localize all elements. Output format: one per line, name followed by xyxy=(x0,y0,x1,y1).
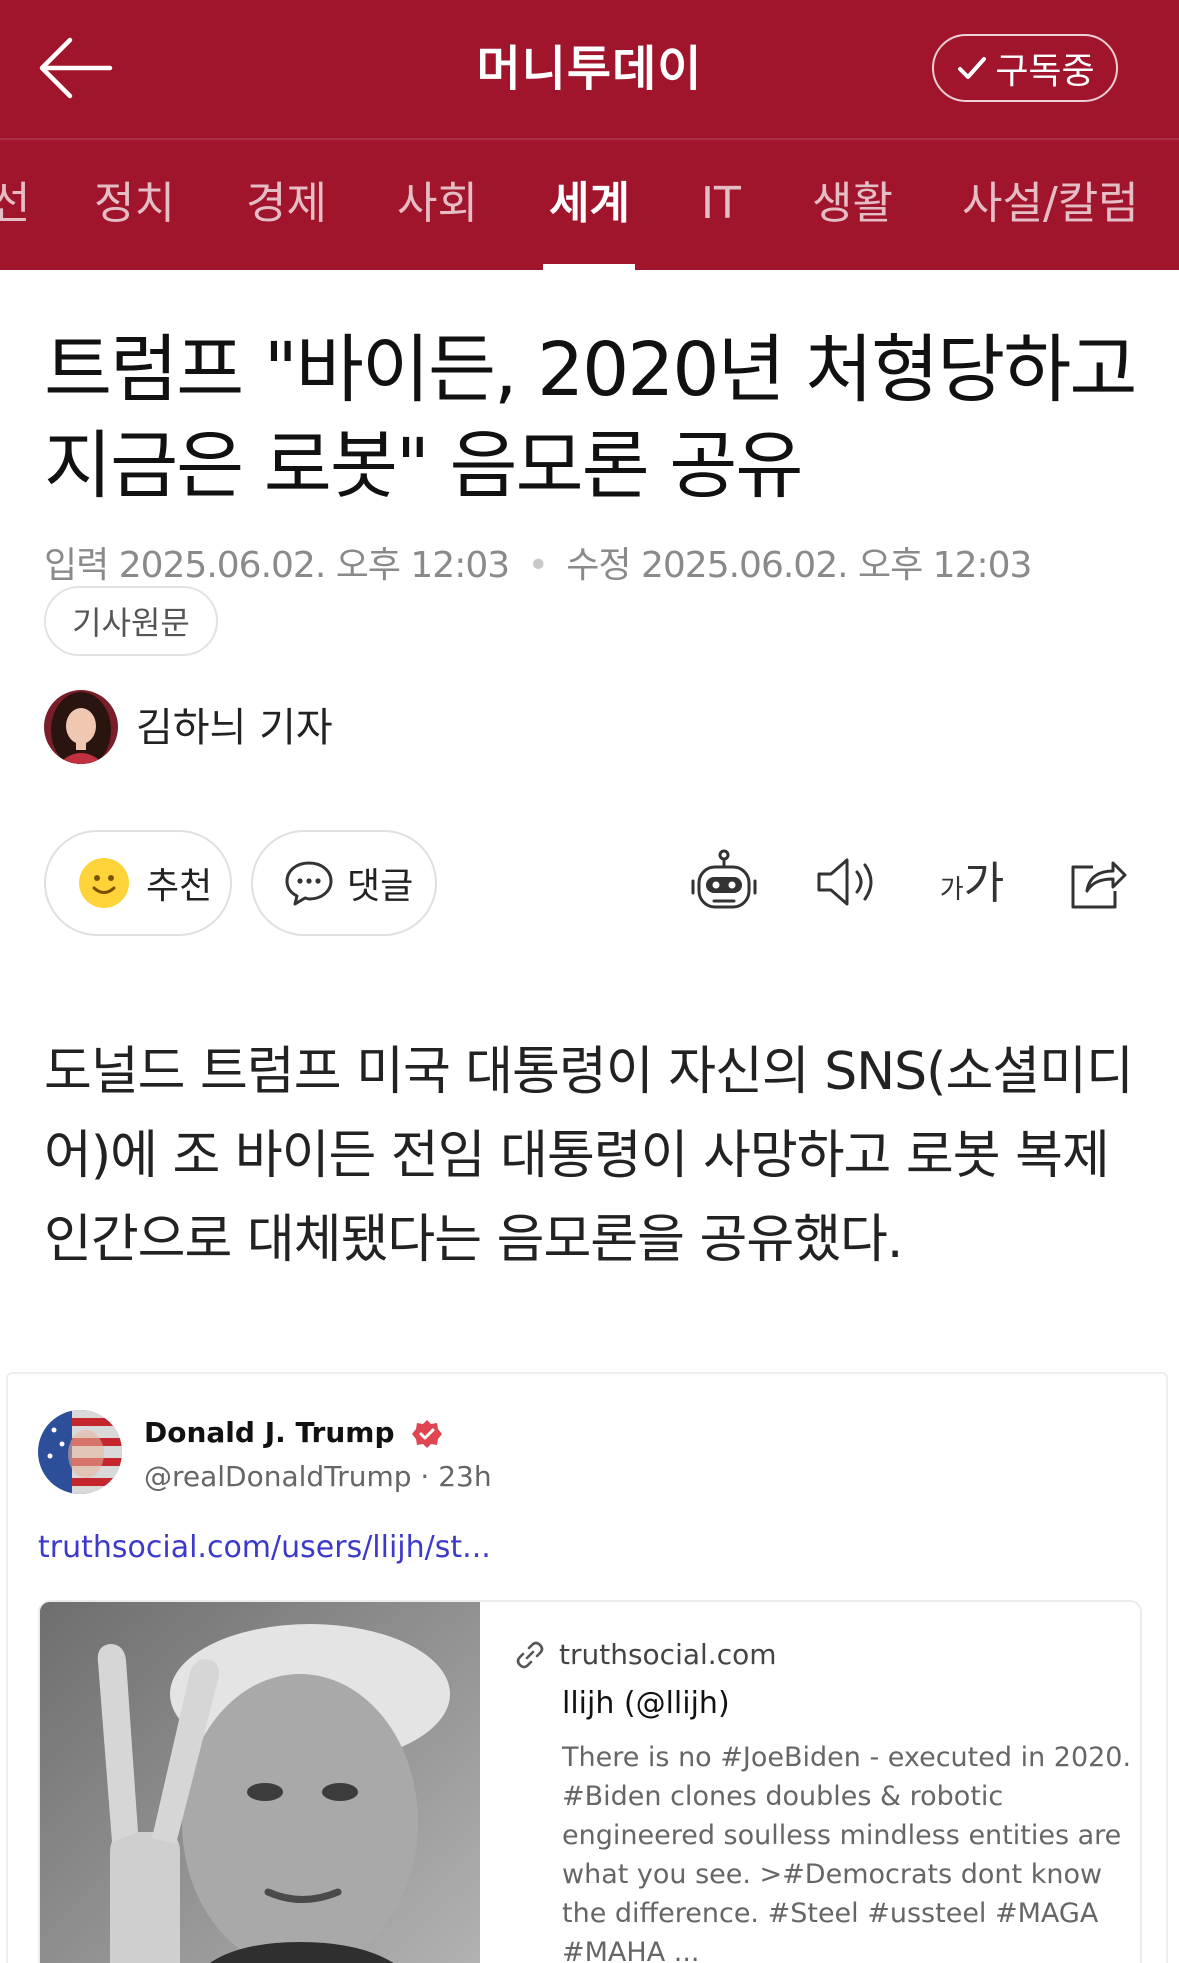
verified-badge-icon xyxy=(412,1420,443,1448)
subscribe-label: 구독중 xyxy=(995,51,1095,92)
like-button[interactable]: 추천 xyxy=(44,830,232,936)
share-button[interactable] xyxy=(1058,842,1138,922)
active-tab-indicator xyxy=(543,264,635,270)
comment-icon xyxy=(285,861,333,906)
font-large-label: 가 xyxy=(963,858,1005,909)
link-title: llijh (@llijh) xyxy=(562,1686,730,1721)
tab-it[interactable]: IT xyxy=(701,140,741,270)
meta-separator: • xyxy=(527,545,549,586)
arrow-left-icon xyxy=(39,37,113,99)
subscribe-button[interactable]: 구독중 xyxy=(932,34,1118,102)
link-thumbnail xyxy=(40,1602,480,1963)
share-icon xyxy=(1071,861,1127,909)
tab-0[interactable]: 선 xyxy=(0,140,30,270)
author-name: Donald J. Trump xyxy=(144,1416,395,1449)
author-avatar xyxy=(38,1410,122,1494)
robot-summary-icon xyxy=(691,849,757,909)
comment-button[interactable]: 댓글 xyxy=(251,830,437,936)
link-domain: truthsocial.com xyxy=(559,1638,777,1671)
speaker-icon xyxy=(817,858,873,906)
font-size-button[interactable]: 가 가 xyxy=(932,842,1012,922)
check-icon xyxy=(958,57,987,79)
tab-society[interactable]: 사회 xyxy=(397,140,478,270)
font-size-icon: 가 가 xyxy=(940,862,1004,906)
back-button[interactable] xyxy=(36,30,116,106)
tab-column[interactable]: 사설/칼럼 xyxy=(962,140,1139,270)
tts-button[interactable] xyxy=(806,842,886,922)
font-small-label: 가 xyxy=(939,875,964,905)
author-handle: @realDonaldTrump · 23h xyxy=(144,1460,492,1493)
smile-icon xyxy=(79,858,129,908)
original-article-button[interactable]: 기사원문 xyxy=(44,586,218,656)
article-body: 도널드 트럼프 미국 대통령이 자신의 SNS(소셜미디어)에 조 바이든 전임… xyxy=(44,1042,1134,1270)
tab-world[interactable]: 세계 xyxy=(549,140,630,270)
category-tabs: 선 정치 경제 사회 세계 IT 생활 사설/칼럼 xyxy=(0,138,1179,270)
link-icon xyxy=(516,1641,544,1668)
input-label: 입력 xyxy=(44,545,109,586)
input-time: 2025.06.02. 오후 12:03 xyxy=(118,545,510,586)
article-meta: 입력 2025.06.02. 오후 12:03 • 수정 2025.06.02.… xyxy=(44,536,1032,588)
post-link[interactable]: truthsocial.com/users/llijh/st... xyxy=(38,1530,491,1565)
link-preview-card[interactable]: truthsocial.com llijh (@llijh) There is … xyxy=(38,1600,1142,1963)
tab-life[interactable]: 생활 xyxy=(812,140,893,270)
embedded-post: Donald J. Trump @realDonaldTrump · 23h t… xyxy=(6,1372,1168,1963)
tab-politics[interactable]: 정치 xyxy=(94,140,175,270)
edit-label: 수정 xyxy=(566,545,631,586)
tab-economy[interactable]: 경제 xyxy=(246,140,327,270)
reporter-name[interactable]: 김하늬 기자 xyxy=(136,700,333,756)
like-label: 추천 xyxy=(146,866,213,907)
comment-label: 댓글 xyxy=(347,866,414,907)
reporter-avatar[interactable] xyxy=(44,690,118,764)
summary-bot-button[interactable] xyxy=(684,842,764,922)
link-domain-row: truthsocial.com xyxy=(515,1638,777,1671)
edit-time: 2025.06.02. 오후 12:03 xyxy=(640,545,1032,586)
top-bar: 머니투데이 구독중 xyxy=(0,0,1179,138)
article-headline: 트럼프 "바이든, 2020년 처형당하고 지금은 로봇" 음모론 공유 xyxy=(44,327,1137,509)
author-name-row: Donald J. Trump xyxy=(144,1416,443,1449)
link-description: There is no #JoeBiden - executed in 2020… xyxy=(562,1742,1132,1963)
